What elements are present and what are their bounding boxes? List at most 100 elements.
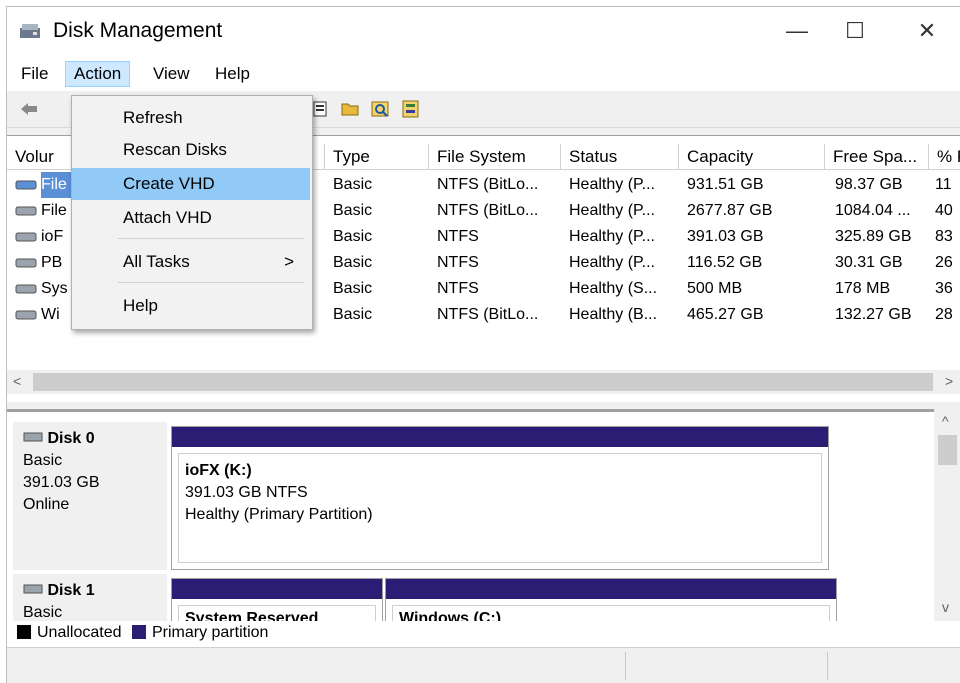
cell-type: Basic <box>333 228 373 245</box>
disk-name: Disk 1 <box>23 580 157 602</box>
cell-capacity: 931.51 GB <box>687 176 764 193</box>
cell-capacity: 2677.87 GB <box>687 202 773 219</box>
cell-free-space: 325.89 GB <box>835 228 912 245</box>
horizontal-scroll-thumb[interactable] <box>33 373 933 391</box>
menu-item-attach-vhd[interactable]: Attach VHD <box>72 202 310 234</box>
status-divider <box>625 652 626 680</box>
partition-iofx[interactable]: ioFX (K:) 391.03 GB NTFS Healthy (Primar… <box>171 426 829 570</box>
legend-unallocated: Unallocated <box>17 624 126 641</box>
partition-color-bar <box>172 579 382 599</box>
cell-status: Healthy (S... <box>569 280 658 297</box>
column-header-file-system[interactable]: File System <box>429 144 561 170</box>
volume-icon <box>15 180 37 190</box>
column-header-capacity[interactable]: Capacity <box>679 144 825 170</box>
menu-bar: File Action View Help <box>7 55 960 91</box>
cell-capacity: 116.52 GB <box>687 254 763 271</box>
cell-free-space: 1084.04 ... <box>835 202 911 219</box>
cell-status: Healthy (P... <box>569 202 655 219</box>
cell-type: Basic <box>333 306 373 323</box>
partition-details: ioFX (K:) 391.03 GB NTFS Healthy (Primar… <box>178 453 822 563</box>
disk-icon <box>23 584 43 594</box>
title-bar: Disk Management — ☐ ✕ <box>7 7 960 55</box>
column-header-free-space[interactable]: Free Spa... <box>825 144 929 170</box>
disk-0-label[interactable]: Disk 0 Basic 391.03 GB Online <box>13 422 167 570</box>
submenu-arrow-icon: > <box>284 252 294 271</box>
cell-file-system: NTFS <box>437 254 479 271</box>
volume-icon <box>15 206 37 216</box>
status-divider <box>827 652 828 680</box>
disk-state: Online <box>23 496 70 513</box>
partition-status: Healthy (Primary Partition) <box>185 506 373 523</box>
cell-volume: File <box>41 202 67 219</box>
back-icon[interactable] <box>19 100 39 118</box>
open-folder-icon[interactable] <box>341 100 361 118</box>
disk-management-window: Disk Management — ☐ ✕ File Action View H… <box>6 6 960 683</box>
cell-status: Healthy (P... <box>569 176 655 193</box>
cell-volume: File <box>41 172 71 198</box>
cell-file-system: NTFS <box>437 228 479 245</box>
properties-icon[interactable] <box>311 100 331 118</box>
menu-view[interactable]: View <box>145 61 198 87</box>
menu-action[interactable]: Action <box>65 61 131 87</box>
scroll-right-arrow[interactable]: > <box>945 373 953 389</box>
menu-item-create-vhd[interactable]: Create VHD <box>72 168 310 200</box>
cell-percent-free: 11 <box>935 176 952 193</box>
cell-type: Basic <box>333 280 373 297</box>
partition-size: 391.03 GB NTFS <box>185 484 308 501</box>
partition-title: ioFX (K:) <box>185 462 252 479</box>
disk-type: Basic <box>23 452 63 469</box>
cell-file-system: NTFS (BitLo... <box>437 176 539 193</box>
partition-color-bar <box>386 579 836 599</box>
disk-1-label[interactable]: Disk 1 Basic <box>13 574 167 624</box>
settings-icon[interactable] <box>401 100 421 118</box>
menu-file[interactable]: File <box>13 61 56 87</box>
partition-color-bar <box>172 427 828 447</box>
menu-item-refresh[interactable]: Refresh <box>72 102 310 134</box>
cell-status: Healthy (B... <box>569 306 658 323</box>
cell-percent-free: 28 <box>935 306 953 323</box>
column-header-type[interactable]: Type <box>325 144 429 170</box>
column-header-percent-free[interactable]: % F <box>929 144 960 170</box>
cell-free-space: 132.27 GB <box>835 306 912 323</box>
horizontal-scrollbar[interactable]: < > <box>7 370 960 394</box>
menu-separator <box>118 238 304 239</box>
disk-map: Disk 0 Basic 391.03 GB Online ioFX (K:) … <box>7 409 960 624</box>
menu-item-rescan-disks[interactable]: Rescan Disks <box>72 134 310 166</box>
column-header-status[interactable]: Status <box>561 144 679 170</box>
cell-type: Basic <box>333 202 373 219</box>
minimize-button[interactable]: — <box>775 15 819 47</box>
scroll-up-arrow[interactable]: ^ <box>942 413 949 429</box>
cell-file-system: NTFS (BitLo... <box>437 202 539 219</box>
cell-capacity: 500 MB <box>687 280 743 297</box>
partition-system-reserved[interactable]: System Reserved <box>171 578 383 624</box>
menu-item-all-tasks[interactable]: All Tasks > <box>72 246 310 278</box>
cell-file-system: NTFS <box>437 280 479 297</box>
scroll-left-arrow[interactable]: < <box>13 373 21 389</box>
menu-help[interactable]: Help <box>207 61 258 87</box>
partition-windows-c[interactable]: Windows (C:) <box>385 578 837 624</box>
cell-percent-free: 40 <box>935 202 953 219</box>
cell-percent-free: 83 <box>935 228 953 245</box>
close-button[interactable]: ✕ <box>905 15 949 47</box>
vertical-scroll-thumb[interactable] <box>938 435 957 465</box>
cell-free-space: 98.37 GB <box>835 176 903 193</box>
menu-item-help[interactable]: Help <box>72 290 310 322</box>
cell-capacity: 391.03 GB <box>687 228 764 245</box>
window-title: Disk Management <box>53 19 223 42</box>
cell-volume: Wi <box>41 306 60 323</box>
cell-status: Healthy (P... <box>569 254 655 271</box>
scroll-down-arrow[interactable]: v <box>942 599 949 615</box>
cell-volume: ioF <box>41 228 64 245</box>
disk-icon <box>23 432 43 442</box>
cell-volume: PB <box>41 254 63 271</box>
volume-icon <box>15 284 37 294</box>
volume-icon <box>15 258 37 268</box>
search-icon[interactable] <box>371 100 391 118</box>
cell-percent-free: 36 <box>935 280 953 297</box>
cell-type: Basic <box>333 254 373 271</box>
maximize-button[interactable]: ☐ <box>833 15 877 47</box>
vertical-scrollbar[interactable]: ^ v <box>934 409 960 621</box>
cell-type: Basic <box>333 176 373 193</box>
menu-separator <box>118 282 304 283</box>
cell-free-space: 178 MB <box>835 280 891 297</box>
